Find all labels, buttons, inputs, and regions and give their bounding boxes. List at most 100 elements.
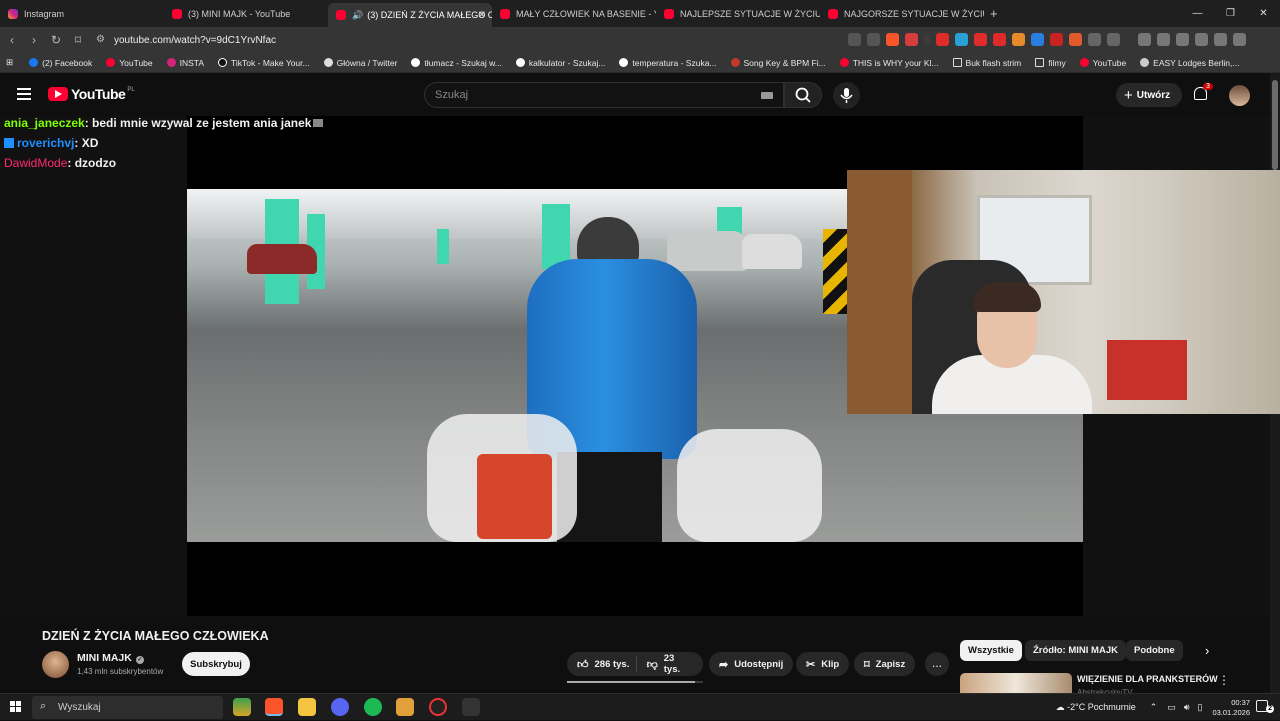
bookmark-kalkulator[interactable]: kalkulator - Szukaj... [515, 58, 605, 68]
tab-najgorsze-sytuacje[interactable]: NAJGORSZE SYTUACJE W ŻYCIU MA [820, 0, 984, 27]
bookmark-folder-buk[interactable]: Buk flash strim [952, 58, 1021, 68]
bookmark-facebook[interactable]: (2) Facebook [29, 58, 92, 68]
youtube-icon [106, 58, 116, 67]
chevron-right-icon[interactable]: › [1205, 643, 1209, 658]
discord-icon[interactable] [331, 698, 349, 716]
vpn-icon[interactable] [1214, 33, 1227, 46]
bookmark-tiktok[interactable]: TikTok - Make Your... [218, 58, 310, 68]
media-player-icon[interactable] [396, 698, 414, 716]
scrollbar-thumb[interactable] [1272, 80, 1278, 170]
share-icon[interactable] [867, 33, 880, 46]
volume-icon[interactable]: 🔊︎ [1184, 702, 1190, 713]
channel-name[interactable]: MINI MAJK ✓ [77, 652, 144, 664]
clock[interactable]: 00:37 03.01.2026 [1212, 698, 1250, 718]
taskbar-app-icon[interactable] [233, 698, 251, 716]
extension-icon[interactable] [955, 33, 968, 46]
clip-button[interactable]: ✂ Klip [796, 652, 850, 676]
restore-icon[interactable]: ❐ [1214, 8, 1247, 19]
keyboard-icon[interactable] [761, 92, 773, 99]
weather-widget[interactable]: ☁ -2°C Pochmurnie [1056, 702, 1136, 713]
more-options-icon[interactable]: ⋮ [1218, 673, 1230, 687]
bookmark-folder-filmy[interactable]: filmy [1035, 58, 1066, 68]
file-explorer-icon[interactable] [298, 698, 316, 716]
chip-all[interactable]: Wszystkie [960, 640, 1022, 661]
tab-najlepsze-sytuacje[interactable]: NAJLEPSZE SYTUACJE W ŻYCIU MAŁ [656, 0, 820, 27]
back-icon[interactable]: ‹ [2, 33, 22, 47]
cast-icon[interactable] [848, 33, 861, 46]
share-button[interactable]: ➦ Udostępnij [709, 652, 794, 676]
hamburger-menu-icon[interactable] [17, 88, 31, 100]
sidebar-icon[interactable] [1157, 33, 1170, 46]
url-field[interactable]: ⚙ youtube.com/watch?v=9dC1YrvNfac [90, 30, 940, 50]
search-input[interactable]: Szukaj [424, 82, 784, 108]
like-button[interactable]: 👍︎ 286 tys. [577, 658, 639, 671]
bookmark-this-is-why[interactable]: THIS is WHY your Kl... [839, 58, 939, 68]
network-icon[interactable]: ▭ [1167, 702, 1176, 713]
reload-icon[interactable]: ↻ [46, 33, 66, 47]
wallet-icon[interactable] [1176, 33, 1189, 46]
extension-icon[interactable] [1088, 33, 1101, 46]
battery-icon[interactable]: ▯ [1198, 702, 1203, 713]
tab-maly-czlowiek-basen[interactable]: MAŁY CZŁOWIEK NA BASENIE - YouT [492, 0, 656, 27]
tab-mini-majk[interactable]: (3) MINI MAJK - YouTube [164, 0, 328, 27]
spotify-icon[interactable] [364, 698, 382, 716]
bookmark-temperatura[interactable]: temperatura - Szuka... [619, 58, 717, 68]
chip-related[interactable]: Podobne [1126, 640, 1183, 661]
forward-icon[interactable]: › [24, 33, 44, 47]
tab-active-video[interactable]: 🔊 (3) DZIEŃ Z ŻYCIA MAŁEGO C ✕ [328, 3, 492, 27]
bookmark-youtube-2[interactable]: YouTube [1079, 58, 1126, 68]
channel-avatar[interactable] [42, 651, 69, 678]
extension-icon[interactable] [1107, 33, 1120, 46]
minimize-icon[interactable]: — [1181, 8, 1214, 19]
bookmark-song-key[interactable]: Song Key & BPM Fi... [730, 58, 826, 68]
bookmark-page-icon[interactable]: ⌑ [68, 33, 88, 47]
more-actions-button[interactable]: ... [925, 652, 949, 676]
tab-instagram[interactable]: Instagram [0, 0, 164, 27]
create-button[interactable]: + Utwórz [1116, 83, 1182, 107]
notifications-badge: 3 [1203, 83, 1213, 90]
extension-icon[interactable] [1012, 33, 1025, 46]
show-hidden-icons[interactable]: ⌃ [1150, 702, 1158, 713]
youtube-logo[interactable]: YouTube PL [48, 86, 135, 102]
extension-icon[interactable] [1069, 33, 1082, 46]
chip-from-channel[interactable]: Źródło: MINI MAJK [1025, 640, 1126, 661]
voice-search-button[interactable] [833, 82, 860, 109]
folder-icon [952, 58, 962, 67]
extension-icon[interactable] [1050, 33, 1063, 46]
bookmark-easy-lodges[interactable]: EASY Lodges Berlin,... [1140, 58, 1239, 68]
bookmark-tlumacz[interactable]: tłumacz - Szukaj w... [411, 58, 502, 68]
subscriber-count: 1,43 mln subskrybentów [77, 667, 164, 676]
obs-icon[interactable] [429, 698, 447, 716]
media-icon[interactable] [1138, 33, 1151, 46]
notification-center-icon[interactable]: 2 [1256, 700, 1274, 713]
apps-grid-icon[interactable]: ⊞ [6, 57, 13, 68]
extension-icon[interactable] [1031, 33, 1044, 46]
site-info-icon[interactable]: ⚙ [96, 34, 105, 45]
menu-icon[interactable] [1233, 33, 1246, 46]
subscribe-button[interactable]: Subskrybuj [182, 652, 250, 676]
bookmark-youtube[interactable]: YouTube [106, 58, 153, 68]
dislike-button[interactable]: 👎︎ 23 tys. [647, 653, 693, 675]
extension-icon[interactable] [974, 33, 987, 46]
extension-icon[interactable] [993, 33, 1006, 46]
save-button[interactable]: ⌑ Zapisz [854, 652, 916, 676]
close-window-icon[interactable]: ✕ [1247, 8, 1280, 19]
brave-browser-icon[interactable] [265, 698, 283, 716]
taskbar-search-input[interactable]: ⌕ Wyszukaj [32, 696, 223, 719]
windows-start-icon[interactable] [10, 701, 22, 713]
search-button[interactable] [784, 82, 822, 108]
leo-ai-icon[interactable] [1195, 33, 1208, 46]
recommended-video-title[interactable]: WIĘZIENIE DLA PRANKSTERÓW [1077, 674, 1218, 684]
google-icon [515, 58, 525, 67]
extension-icon[interactable] [936, 33, 949, 46]
close-tab-icon[interactable]: ✕ [478, 10, 486, 21]
account-avatar[interactable] [1229, 85, 1250, 106]
recommended-video-thumbnail[interactable] [960, 673, 1072, 693]
brave-shield-icon[interactable] [886, 33, 899, 46]
bookmark-twitter[interactable]: Główna / Twitter [323, 58, 397, 68]
new-tab-button[interactable]: + [990, 6, 998, 21]
taskbar-app-icon[interactable] [462, 698, 480, 716]
bookmark-insta[interactable]: INSTA [166, 58, 204, 68]
brave-rewards-icon[interactable] [905, 33, 918, 46]
share-arrow-icon: ➦ [719, 658, 729, 671]
